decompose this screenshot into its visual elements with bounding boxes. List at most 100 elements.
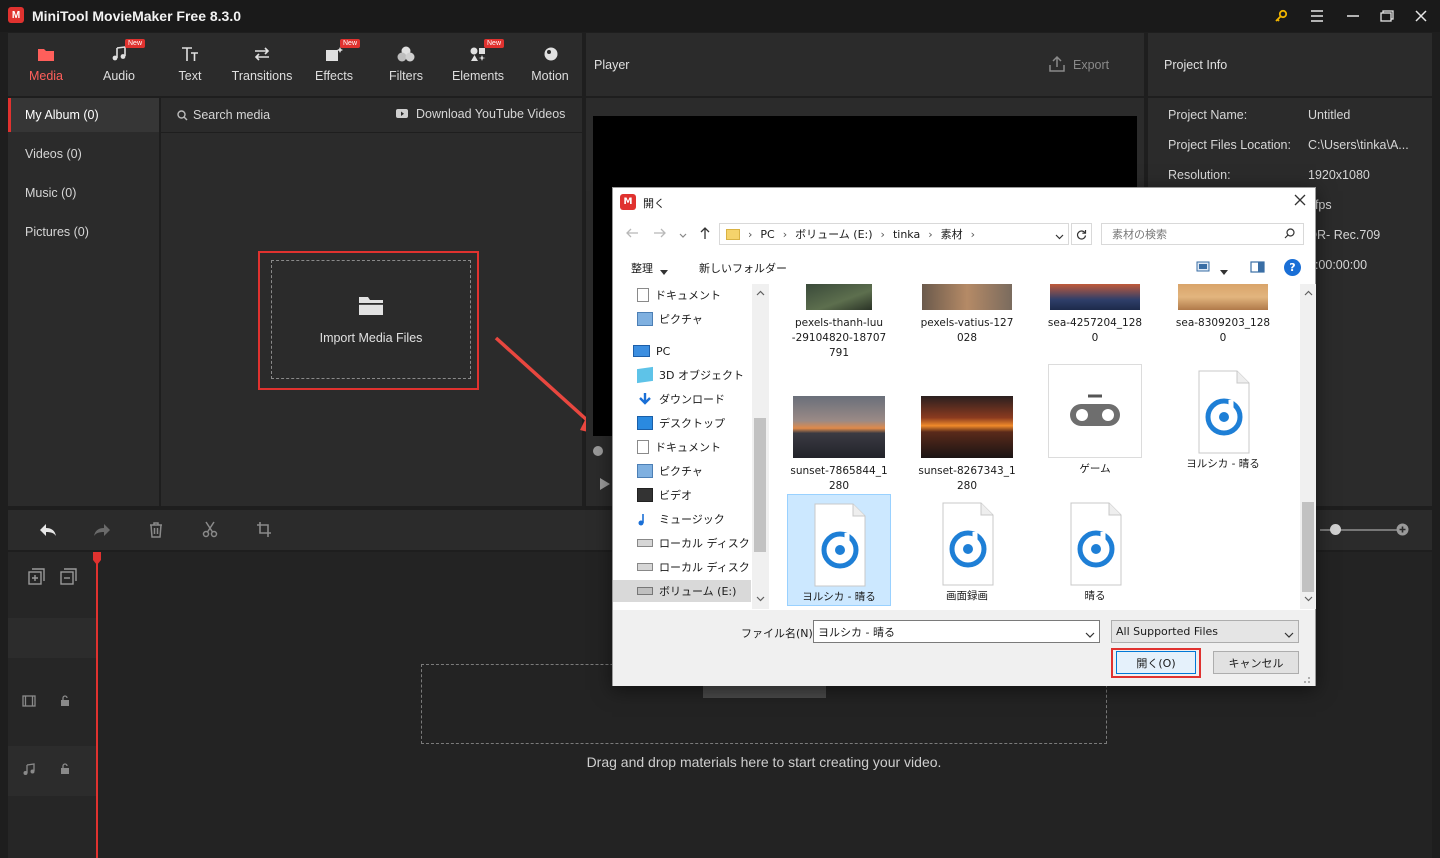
nav-item-documents[interactable]: ドキュメント [637, 284, 721, 306]
play-icon[interactable] [599, 477, 611, 494]
drive-icon [637, 539, 653, 547]
trash-icon[interactable] [148, 521, 164, 541]
import-media-button[interactable]: Import Media Files [271, 260, 471, 379]
sidebar-item-videos[interactable]: Videos (0) [8, 137, 159, 171]
nav-item-desktop[interactable]: デスクトップ [637, 412, 725, 434]
nav-item-music[interactable]: ミュージック [637, 508, 725, 530]
chevron-down-icon[interactable] [1220, 265, 1228, 278]
tab-effects[interactable]: New Effects [300, 33, 368, 96]
playhead-line[interactable] [96, 552, 98, 858]
nav-item-videos[interactable]: ビデオ [637, 484, 692, 506]
new-badge: New [340, 39, 361, 48]
tab-elements[interactable]: New Elements [444, 33, 512, 96]
new-folder-button[interactable]: 新しいフォルダー [699, 260, 787, 276]
tab-label: Audio [103, 69, 135, 83]
export-button[interactable]: Export [1073, 58, 1109, 72]
text-icon [180, 44, 200, 64]
file-item[interactable]: sea-8309203_128 0 [1171, 284, 1275, 346]
file-item[interactable]: sea-4257204_128 0 [1043, 284, 1147, 346]
filename-input[interactable]: ヨルシカ - 晴る [813, 620, 1100, 643]
nav-scroll-thumb[interactable] [754, 418, 766, 552]
tab-media[interactable]: Media [12, 33, 80, 96]
tab-motion[interactable]: Motion [516, 33, 584, 96]
menu-icon[interactable] [1306, 6, 1328, 26]
address-dropdown-icon[interactable] [1055, 230, 1064, 243]
cancel-button[interactable]: キャンセル [1213, 651, 1299, 674]
lock-icon[interactable] [60, 763, 70, 778]
nav-item-local-disk-c[interactable]: ローカル ディスク (C [637, 532, 765, 554]
nav-item-3d-objects[interactable]: 3D オブジェクト [637, 364, 744, 386]
crop-icon[interactable] [256, 521, 272, 541]
zoom-slider-handle[interactable] [1330, 524, 1341, 535]
tab-filters[interactable]: Filters [372, 33, 440, 96]
preview-pane-icon[interactable] [1250, 261, 1265, 276]
nav-item-volume-e[interactable]: ボリューム (E:) [613, 580, 751, 602]
file-item[interactable]: 画面録画 [915, 502, 1019, 604]
key-icon[interactable] [1270, 6, 1292, 26]
tab-audio[interactable]: New Audio [85, 33, 153, 96]
cube-icon [637, 366, 653, 384]
sidebar-item-pictures[interactable]: Pictures (0) [8, 215, 159, 249]
breadcrumb-sozai[interactable]: 素材 [941, 226, 963, 242]
file-item-selected[interactable]: ヨルシカ - 晴る [787, 494, 891, 606]
sidebar-item-my-album[interactable]: My Album (0) [8, 98, 159, 132]
dialog-close-icon[interactable] [1293, 193, 1307, 210]
file-item[interactable]: 晴る [1043, 502, 1147, 604]
address-bar[interactable]: › PC › ボリューム (E:) › tinka › 素材 › [719, 223, 1069, 245]
file-item[interactable]: ゲーム [1043, 364, 1147, 477]
view-options-icon[interactable] [1196, 261, 1210, 275]
music-track-icon [22, 763, 36, 779]
file-item[interactable]: pexels-thanh-luu -29104820-18707 791 [787, 284, 891, 361]
scissors-icon[interactable] [202, 521, 218, 541]
minimize-icon[interactable] [1342, 6, 1364, 26]
open-button[interactable]: 開く(O) [1116, 651, 1196, 674]
sidebar-item-music[interactable]: Music (0) [8, 176, 159, 210]
recent-dropdown-icon[interactable] [679, 229, 687, 242]
remove-track-icon[interactable] [60, 568, 78, 589]
breadcrumb-tinka[interactable]: tinka [893, 228, 920, 241]
nav-item-downloads[interactable]: ダウンロード [637, 388, 725, 410]
player-scrubber[interactable] [593, 446, 603, 456]
download-youtube-button[interactable]: Download YouTube Videos [416, 107, 565, 121]
dialog-search-input[interactable]: 素材の検索 [1101, 223, 1304, 245]
file-item[interactable]: ヨルシカ - 晴る [1171, 370, 1275, 472]
nav-item-pictures-2[interactable]: ピクチャ [637, 460, 703, 482]
file-item[interactable]: pexels-vatius-127 028 [915, 284, 1019, 346]
forward-arrow-icon[interactable] [653, 227, 667, 242]
file-scrollbar[interactable] [1300, 284, 1316, 609]
nav-item-pictures[interactable]: ピクチャ [637, 308, 703, 330]
chevron-down-icon [660, 265, 668, 278]
refresh-button[interactable] [1071, 223, 1092, 245]
back-arrow-icon[interactable] [625, 227, 639, 242]
help-icon[interactable]: ? [1284, 259, 1301, 276]
tab-text[interactable]: Text [156, 33, 224, 96]
maximize-icon[interactable] [1376, 6, 1398, 26]
lock-icon[interactable] [60, 695, 70, 710]
redo-icon[interactable] [92, 522, 112, 541]
file-scroll-thumb[interactable] [1302, 502, 1314, 592]
add-track-icon[interactable] [28, 568, 46, 589]
nav-item-documents-2[interactable]: ドキュメント [637, 436, 721, 458]
close-icon[interactable] [1410, 6, 1432, 26]
navigation-pane: ドキュメント ピクチャ PC 3D オブジェクト ダウンロード デスクトップ ド… [613, 284, 768, 609]
organize-menu[interactable]: 整理 [631, 260, 653, 276]
file-item[interactable]: sunset-8267343_1 280 [915, 396, 1019, 494]
breadcrumb-pc[interactable]: PC [760, 228, 774, 241]
tab-label: Text [178, 69, 202, 83]
resize-grip-icon[interactable] [1301, 674, 1311, 684]
tab-transitions[interactable]: Transitions [228, 33, 296, 96]
file-type-select[interactable]: All Supported Files [1111, 620, 1299, 643]
chevron-down-icon[interactable] [1085, 628, 1095, 641]
search-placeholder: 素材の検索 [1112, 228, 1167, 241]
up-arrow-icon[interactable] [699, 226, 711, 243]
chevron-down-icon[interactable] [1284, 628, 1294, 641]
search-media-input[interactable]: Search media [193, 108, 270, 122]
undo-icon[interactable] [38, 522, 58, 541]
nav-item-pc[interactable]: PC [633, 340, 670, 362]
nav-item-local-disk-d[interactable]: ローカル ディスク (D [637, 556, 766, 578]
nav-scrollbar[interactable] [752, 284, 769, 609]
file-item[interactable]: sunset-7865844_1 280 [787, 396, 891, 494]
zoom-in-icon[interactable] [1396, 523, 1409, 539]
breadcrumb-volume[interactable]: ボリューム (E:) [795, 226, 872, 242]
file-grid: pexels-thanh-luu -29104820-18707 791 pexel… [773, 284, 1301, 609]
